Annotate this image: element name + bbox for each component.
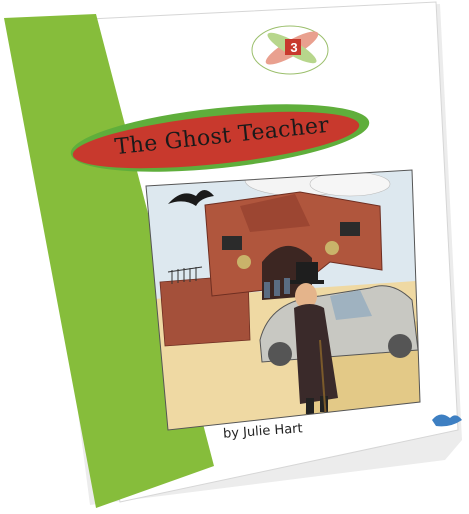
cover-illustration bbox=[145, 169, 421, 431]
series-level-number: 3 bbox=[290, 40, 298, 55]
book-cover: The Ghost Teacher by Julie Hart 3 bbox=[0, 0, 469, 509]
